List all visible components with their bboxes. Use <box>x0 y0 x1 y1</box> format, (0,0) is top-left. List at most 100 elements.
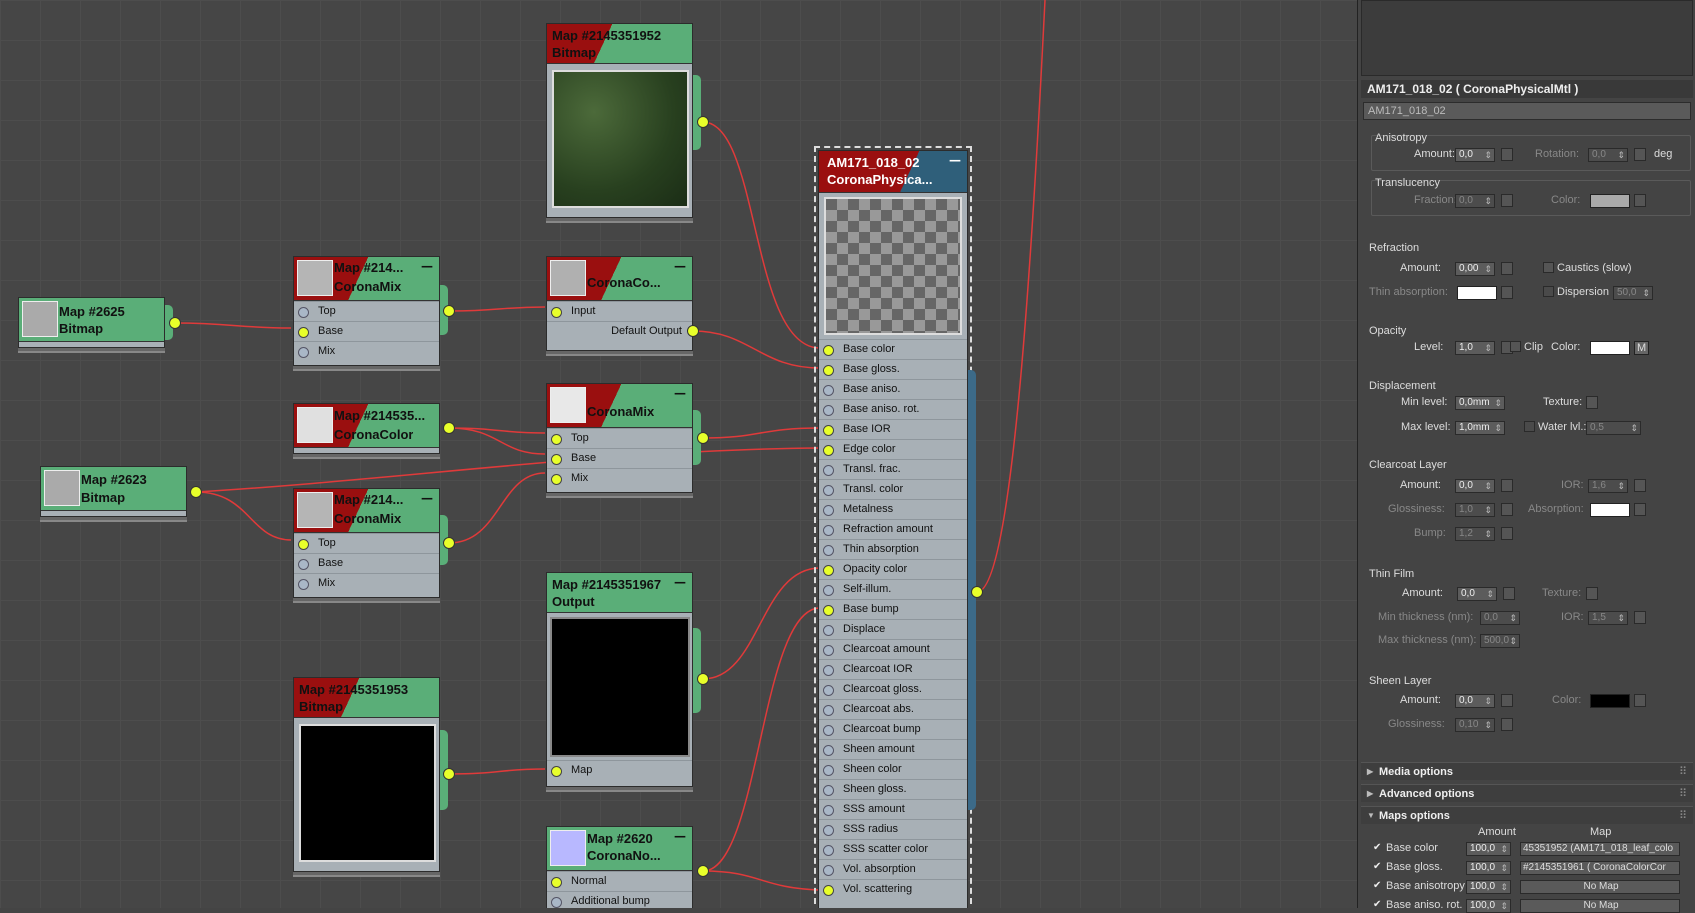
map-button[interactable] <box>1501 718 1513 731</box>
clearcoat-bump-spinner[interactable]: 1,2 <box>1455 527 1495 541</box>
material-input-port[interactable]: Transl. color <box>819 479 967 499</box>
rollout-maps-options[interactable]: ▼ Maps options ⠿ <box>1361 806 1693 824</box>
map-button[interactable] <box>1501 194 1513 207</box>
map-amount-spinner[interactable]: 100,0 <box>1466 899 1511 913</box>
clip-checkbox[interactable] <box>1510 341 1521 352</box>
map-slot-button[interactable]: No Map <box>1520 899 1680 913</box>
output-socket[interactable] <box>190 486 202 498</box>
socket[interactable] <box>823 645 834 656</box>
coronamix-node[interactable]: Map #214... CoronaMix — Top Base Mix <box>293 488 440 598</box>
socket[interactable] <box>823 345 834 356</box>
socket[interactable] <box>823 365 834 376</box>
clearcoat-ior-spinner[interactable]: 1,6 <box>1588 479 1628 493</box>
water-level-spinner[interactable]: 0,5 <box>1586 421 1641 435</box>
map-button[interactable] <box>1501 503 1513 516</box>
material-input-port[interactable]: Opacity color <box>819 559 967 579</box>
socket[interactable] <box>823 585 834 596</box>
output-socket[interactable] <box>687 325 699 337</box>
max-level-spinner[interactable]: 1,0mm <box>1455 421 1505 435</box>
socket[interactable] <box>551 897 562 908</box>
socket[interactable] <box>298 539 309 550</box>
material-input-port[interactable]: Base aniso. <box>819 379 967 399</box>
map-button[interactable] <box>1634 148 1646 161</box>
node-header[interactable]: AM171_018_02 CoronaPhysica... — <box>819 151 967 193</box>
coronamix-node[interactable]: Map #214... CoronaMix — Top Base Mix <box>293 256 440 366</box>
map-button[interactable] <box>1501 694 1513 707</box>
output-node[interactable]: Map #2145351967 Output — Map <box>546 572 693 787</box>
material-input-port[interactable]: Displace <box>819 619 967 639</box>
dispersion-spinner[interactable]: 50,0 <box>1613 286 1653 300</box>
socket[interactable] <box>823 385 834 396</box>
input-port[interactable]: Mix <box>294 573 439 593</box>
input-port[interactable]: Input <box>547 301 692 321</box>
minimize-button[interactable]: — <box>674 829 686 843</box>
absorption-swatch[interactable] <box>1590 503 1630 517</box>
input-port[interactable]: Base <box>294 553 439 573</box>
socket[interactable] <box>823 765 834 776</box>
material-input-port[interactable]: Clearcoat gloss. <box>819 679 967 699</box>
material-input-port[interactable]: Clearcoat bump <box>819 719 967 739</box>
map-amount-spinner[interactable]: 100,0 <box>1466 861 1511 875</box>
clearcoat-gloss-spinner[interactable]: 1,0 <box>1455 503 1495 517</box>
material-input-port[interactable]: SSS radius <box>819 819 967 839</box>
fraction-spinner[interactable]: 0,0 <box>1455 194 1495 208</box>
map-button[interactable] <box>1634 479 1646 492</box>
input-port[interactable]: Additional bump <box>547 891 692 908</box>
opacity-level-spinner[interactable]: 1,0 <box>1455 341 1495 355</box>
node-header[interactable]: Map #2145351953 Bitmap <box>294 678 439 718</box>
minimize-button[interactable]: — <box>674 386 686 400</box>
material-input-port[interactable]: Metalness <box>819 499 967 519</box>
node-header[interactable]: CoronaMix — <box>547 384 692 428</box>
water-level-checkbox[interactable] <box>1524 421 1535 432</box>
map-enable-checkbox[interactable]: ✔ <box>1373 842 1381 853</box>
material-node[interactable]: AM171_018_02 CoronaPhysica... — Base col… <box>814 146 972 908</box>
node-header[interactable]: Map #2145351952 Bitmap <box>547 24 692 64</box>
material-input-port[interactable]: Vol. scattering <box>819 879 967 899</box>
caustics-checkbox[interactable] <box>1543 262 1554 273</box>
node-header[interactable]: Map #214... CoronaMix — <box>294 257 439 301</box>
socket[interactable] <box>823 405 834 416</box>
socket[interactable] <box>823 745 834 756</box>
node-header[interactable]: Map #2620 CoronaNo... — <box>547 827 692 871</box>
socket[interactable] <box>823 885 834 896</box>
texture-map-button[interactable] <box>1586 587 1598 600</box>
dispersion-checkbox[interactable] <box>1543 286 1554 297</box>
socket[interactable] <box>298 327 309 338</box>
output-socket[interactable] <box>169 317 181 329</box>
bitmap-node[interactable]: Map #2145351953 Bitmap <box>293 677 440 872</box>
rollout-advanced-options[interactable]: ▶ Advanced options ⠿ <box>1361 784 1693 802</box>
coronamix-node[interactable]: CoronaMix — Top Base Mix <box>546 383 693 493</box>
map-amount-spinner[interactable]: 100,0 <box>1466 880 1511 894</box>
material-input-port[interactable]: Base aniso. rot. <box>819 399 967 419</box>
socket[interactable] <box>823 525 834 536</box>
material-input-port[interactable]: Sheen color <box>819 759 967 779</box>
input-port[interactable]: Mix <box>294 341 439 361</box>
map-button[interactable] <box>1634 611 1646 624</box>
map-amount-spinner[interactable]: 100,0 <box>1466 842 1511 856</box>
material-input-port[interactable]: Thin absorption <box>819 539 967 559</box>
socket[interactable] <box>823 465 834 476</box>
texture-map-button[interactable] <box>1586 396 1598 409</box>
map-enable-checkbox[interactable]: ✔ <box>1373 880 1381 891</box>
output-socket[interactable] <box>443 422 455 434</box>
clearcoat-amount-spinner[interactable]: 0,0 <box>1455 479 1495 493</box>
socket[interactable] <box>823 685 834 696</box>
anisotropy-amount-spinner[interactable]: 0,0 <box>1455 148 1495 162</box>
map-button[interactable] <box>1634 503 1646 516</box>
max-thickness-spinner[interactable]: 500,0 <box>1480 634 1520 648</box>
sheen-gloss-spinner[interactable]: 0,10 <box>1455 718 1495 732</box>
map-slot-button[interactable]: No Map <box>1520 880 1680 894</box>
material-name-field[interactable]: AM171_018_02 <box>1363 102 1691 120</box>
bitmap-node[interactable]: Map #2623 Bitmap <box>40 466 187 517</box>
material-input-port[interactable]: SSS scatter color <box>819 839 967 859</box>
socket[interactable] <box>298 559 309 570</box>
input-port[interactable]: Normal <box>547 871 692 891</box>
node-header[interactable]: Map #2625 Bitmap <box>19 298 164 342</box>
socket[interactable] <box>823 725 834 736</box>
opacity-map-button[interactable]: M <box>1634 341 1650 355</box>
socket[interactable] <box>298 307 309 318</box>
socket[interactable] <box>823 505 834 516</box>
node-header[interactable]: Map #214535... CoronaColor <box>294 404 439 448</box>
node-header[interactable]: CoronaCo... — <box>547 257 692 301</box>
socket[interactable] <box>823 605 834 616</box>
